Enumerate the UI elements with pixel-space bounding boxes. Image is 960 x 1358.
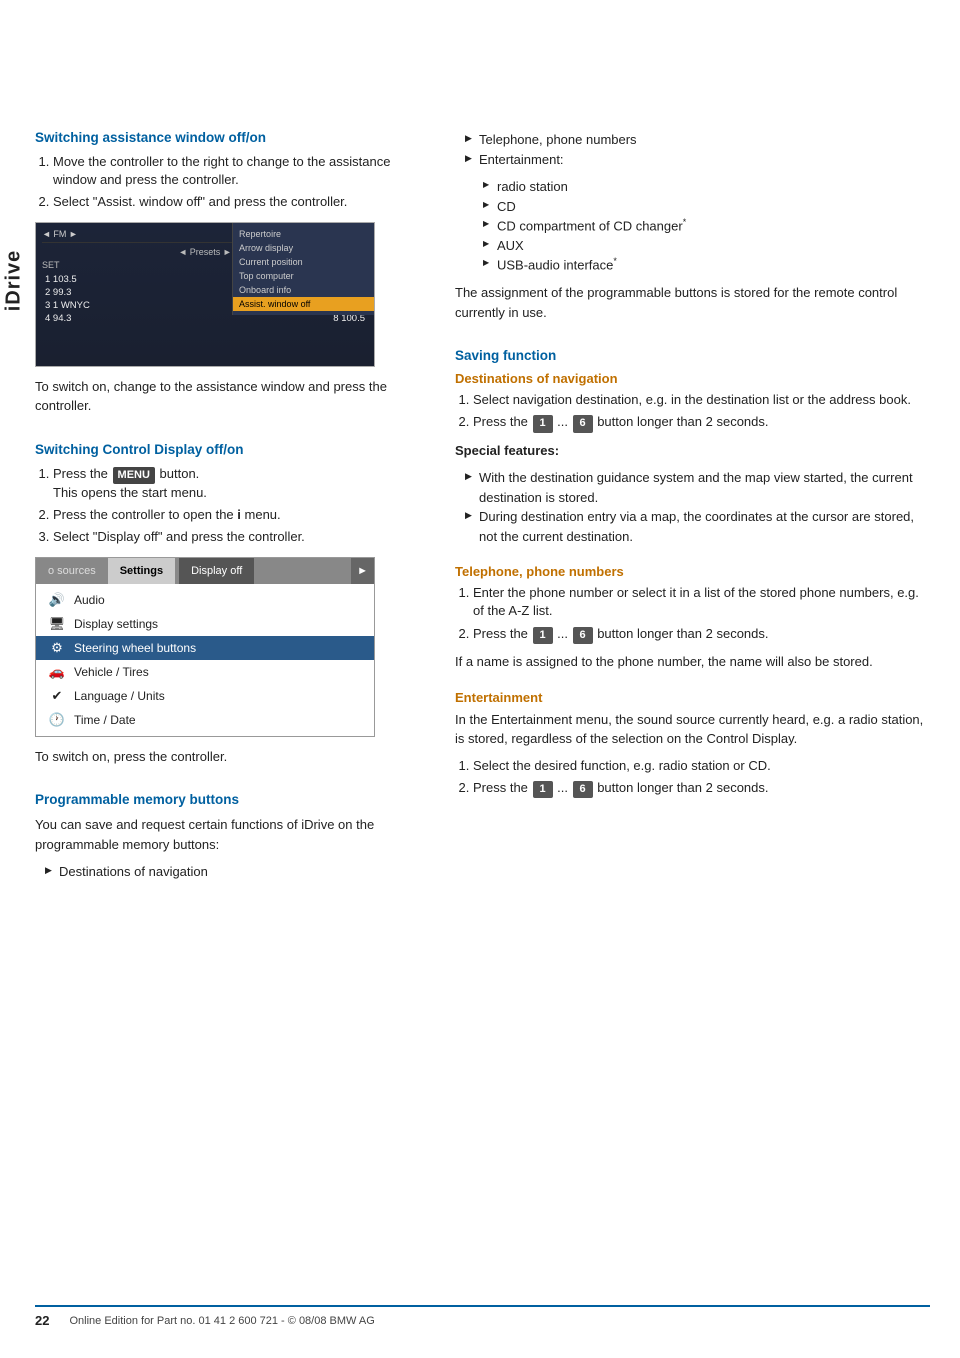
right-bullets-top: Telephone, phone numbers Entertainment: [455,130,930,169]
entertainment-steps: Select the desired function, e.g. radio … [455,757,930,799]
section1-step1: Move the controller to the right to chan… [53,153,425,189]
radio-screen-image: ◄ FM ► ◄ ◄ Presets ► SET 1 103.55 KLGS 2… [35,222,375,367]
tab-sources: o sources [36,558,108,584]
menu-button: MENU [113,467,155,484]
section2-step1: Press the MENU button.This opens the sta… [53,465,425,503]
section2-steps: Press the MENU button.This opens the sta… [35,465,425,547]
settings-item-display: 🖥 Display settings [36,612,374,636]
steering-label: Steering wheel buttons [74,641,196,655]
destinations-step1: Select navigation destination, e.g. in t… [473,391,930,409]
telephone-steps: Enter the phone number or select it in a… [455,584,930,644]
section3-intro: You can save and request certain functio… [35,815,425,854]
tel-num-button-1: 1 [533,627,553,644]
bullet-entertainment: Entertainment: [465,150,930,170]
destinations-step2: Press the 1 ... 6 button longer than 2 s… [473,413,930,432]
vehicle-label: Vehicle / Tires [74,665,149,679]
saving-function-title: Saving function [455,348,930,363]
entertainment-subtitle: Entertainment [455,690,930,705]
settings-screen-image: o sources Settings Display off ► 🔊 Audio… [35,557,375,737]
section2-step2: Press the controller to open the i menu. [53,506,425,524]
section1-caption: To switch on, change to the assistance w… [35,377,425,416]
settings-item-language: ✔ Language / Units [36,684,374,708]
special-features-label: Special features: [455,441,930,461]
bullet-telephone: Telephone, phone numbers [465,130,930,150]
section1-title: Switching assistance window off/on [35,130,425,145]
special-bullet-1: With the destination guidance system and… [465,468,930,507]
right-column: Telephone, phone numbers Entertainment: … [455,130,930,890]
tab-display-off: Display off [179,558,254,584]
settings-item-time: 🕐 Time / Date [36,708,374,732]
section2-step3: Select "Display off" and press the contr… [53,528,425,546]
ent-num-button-6: 6 [573,781,593,798]
display-icon: 🖥 [48,616,66,632]
telephone-note: If a name is assigned to the phone numbe… [455,652,930,672]
language-label: Language / Units [74,689,165,703]
time-icon: 🕐 [48,712,66,728]
tel-num-button-6: 6 [573,627,593,644]
section1-steps: Move the controller to the right to chan… [35,153,425,212]
ent-num-button-1: 1 [533,781,553,798]
tab-settings: Settings [108,558,175,584]
section1-step2: Select "Assist. window off" and press th… [53,193,425,211]
section2-title: Switching Control Display off/on [35,442,425,457]
entertainment-step1: Select the desired function, e.g. radio … [473,757,930,775]
language-icon: ✔ [48,688,66,704]
num-button-6: 6 [573,415,593,432]
vehicle-icon: 🚗 [48,664,66,680]
section3-title: Programmable memory buttons [35,792,425,807]
special-features-bullets: With the destination guidance system and… [455,468,930,546]
bullet-cd-changer: CD compartment of CD changer* [483,216,930,236]
bullet-radio: radio station [483,177,930,197]
settings-items-list: 🔊 Audio 🖥 Display settings ⚙ Steering wh… [36,584,374,736]
telephone-step2: Press the 1 ... 6 button longer than 2 s… [473,625,930,644]
settings-tabs: o sources Settings Display off ► [36,558,374,584]
section2-caption: To switch on, press the controller. [35,747,425,767]
settings-item-vehicle: 🚗 Vehicle / Tires [36,660,374,684]
telephone-subtitle: Telephone, phone numbers [455,564,930,579]
special-bullet-2: During destination entry via a map, the … [465,507,930,546]
page-footer: 22 Online Edition for Part no. 01 41 2 6… [35,1305,930,1328]
display-label: Display settings [74,617,158,631]
page-number: 22 [35,1313,49,1328]
tab-arrow: ► [351,558,374,584]
sidebar-label: iDrive [0,180,28,380]
settings-item-audio: 🔊 Audio [36,588,374,612]
entertainment-sub-bullets: radio station CD CD compartment of CD ch… [455,177,930,275]
entertainment-text: In the Entertainment menu, the sound sou… [455,710,930,749]
destinations-steps: Select navigation destination, e.g. in t… [455,391,930,433]
audio-icon: 🔊 [48,592,66,608]
audio-label: Audio [74,593,105,607]
destinations-subtitle: Destinations of navigation [455,371,930,386]
telephone-step1: Enter the phone number or select it in a… [473,584,930,620]
bullet-usb: USB-audio interface* [483,255,930,275]
left-column: Switching assistance window off/on Move … [35,130,425,890]
entertainment-step2: Press the 1 ... 6 button longer than 2 s… [473,779,930,798]
bullet-aux: AUX [483,236,930,256]
num-button-1: 1 [533,415,553,432]
settings-item-steering: ⚙ Steering wheel buttons [36,636,374,660]
bullet-destinations: Destinations of navigation [45,862,425,882]
radio-menu-overlay: Repertoire Arrow display Current positio… [232,223,374,315]
section3-bullets: Destinations of navigation [35,862,425,882]
radio-top-left: ◄ FM ► [42,229,78,239]
steering-icon: ⚙ [48,640,66,656]
footer-text: Online Edition for Part no. 01 41 2 600 … [69,1315,374,1327]
bullet-cd: CD [483,197,930,217]
time-label: Time / Date [74,713,136,727]
programmable-note: The assignment of the programmable butto… [455,283,930,322]
